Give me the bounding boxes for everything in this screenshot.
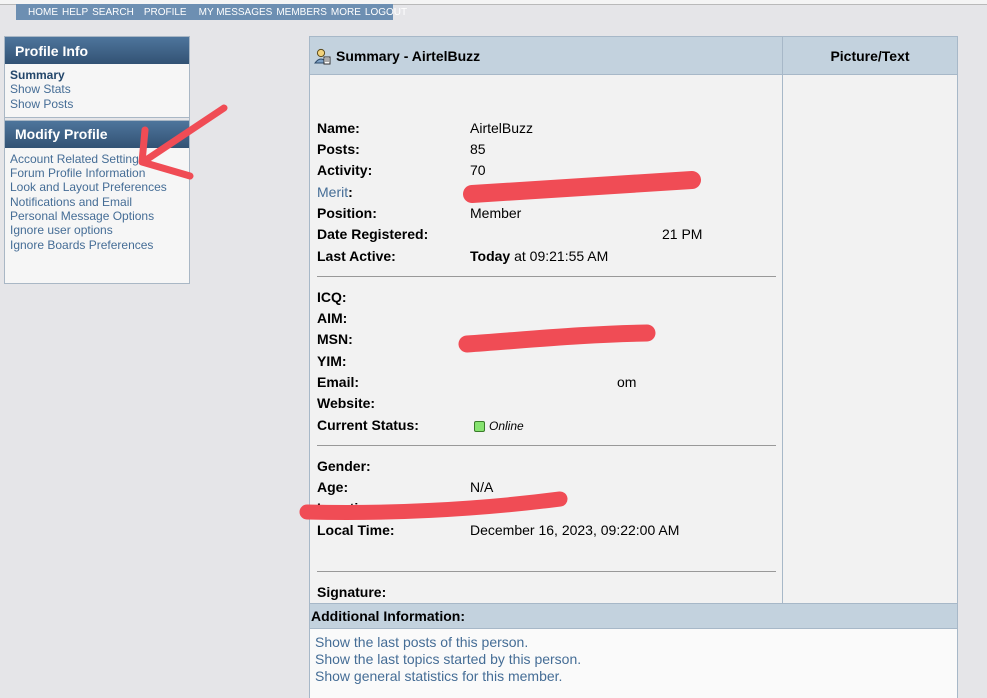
menu-home[interactable]: HOME bbox=[28, 7, 58, 18]
menu-help[interactable]: HELP bbox=[62, 7, 88, 18]
msn-label: MSN: bbox=[317, 331, 353, 347]
last-active-value: Today at 09:21:55 AM bbox=[470, 248, 608, 264]
last-active-time: at 09:21:55 AM bbox=[510, 248, 609, 264]
status-text: Online bbox=[489, 419, 524, 433]
online-status-icon bbox=[474, 420, 485, 432]
row-current-status: Current Status: Online bbox=[317, 415, 524, 435]
link-last-posts[interactable]: Show the last posts of this person. bbox=[315, 634, 957, 651]
modify-profile-list: Account Related Settings Forum Profile I… bbox=[5, 148, 189, 258]
current-status-value: Online bbox=[474, 417, 524, 433]
last-active-today: Today bbox=[470, 248, 511, 264]
additional-info-header: Additional Information: bbox=[310, 603, 957, 629]
menu-more[interactable]: MORE bbox=[331, 7, 361, 18]
profile-summary-panel: Summary - AirtelBuzz Picture/Text Name: … bbox=[309, 36, 958, 698]
row-location: Location: bbox=[317, 498, 470, 518]
name-label: Name: bbox=[317, 120, 360, 136]
name-value: AirtelBuzz bbox=[470, 120, 534, 136]
posts-value: 85 bbox=[470, 141, 486, 157]
local-time-label: Local Time: bbox=[317, 522, 395, 538]
sidebar-item-show-posts[interactable]: Show Posts bbox=[10, 97, 184, 111]
current-status-label: Current Status: bbox=[317, 417, 419, 433]
sidebar-item-account-settings[interactable]: Account Related Settings bbox=[10, 152, 184, 166]
website-label: Website: bbox=[317, 395, 376, 411]
profile-info-list: Summary Show Stats Show Posts bbox=[5, 64, 189, 117]
sidebar-item-notifications[interactable]: Notifications and Email bbox=[10, 195, 184, 209]
row-last-active: Last Active: Today at 09:21:55 AM bbox=[317, 246, 608, 266]
position-value: Member bbox=[470, 205, 522, 221]
activity-label: Activity: bbox=[317, 162, 373, 178]
menu-profile[interactable]: PROFILE bbox=[144, 7, 187, 18]
main-menu: HOME HELP SEARCH PROFILE MY MESSAGES MEM… bbox=[16, 4, 407, 20]
aim-label: AIM: bbox=[317, 310, 348, 326]
row-website: Website: bbox=[317, 393, 470, 413]
age-label: Age: bbox=[317, 479, 349, 495]
divider bbox=[317, 571, 776, 572]
summary-title: Summary - AirtelBuzz bbox=[336, 48, 481, 64]
signature-label: Signature: bbox=[317, 584, 387, 600]
merit-link[interactable]: Merit bbox=[317, 184, 348, 200]
date-registered-value: 21 PM bbox=[662, 226, 703, 242]
sidebar-item-pm-options[interactable]: Personal Message Options bbox=[10, 209, 184, 223]
summary-header: Summary - AirtelBuzz bbox=[310, 37, 783, 75]
row-signature: Signature: bbox=[317, 582, 470, 602]
row-merit: Merit: 20 bbox=[317, 182, 486, 202]
summary-content: Name: AirtelBuzz Posts: 85 Activity: 70 … bbox=[310, 75, 783, 603]
modify-profile-header: Modify Profile bbox=[5, 120, 189, 148]
row-icq: ICQ: bbox=[317, 287, 470, 307]
row-date-registered: Date Registered: 21 PM bbox=[317, 224, 702, 244]
link-general-stats[interactable]: Show general statistics for this member. bbox=[315, 668, 957, 685]
profile-sidebar: Profile Info Summary Show Stats Show Pos… bbox=[4, 36, 190, 284]
user-profile-icon bbox=[314, 48, 331, 64]
sidebar-item-ignore-users[interactable]: Ignore user options bbox=[10, 223, 184, 237]
row-email: Email: om bbox=[317, 372, 636, 392]
gender-label: Gender: bbox=[317, 458, 371, 474]
yim-label: YIM: bbox=[317, 353, 347, 369]
local-time-value: December 16, 2023, 09:22:00 AM bbox=[470, 522, 680, 538]
picture-text-cell bbox=[783, 75, 957, 603]
row-position: Position: Member bbox=[317, 203, 521, 223]
position-label: Position: bbox=[317, 205, 377, 221]
sidebar-item-ignore-boards[interactable]: Ignore Boards Preferences bbox=[10, 238, 184, 252]
activity-value: 70 bbox=[470, 162, 486, 178]
row-msn: MSN: bbox=[317, 329, 470, 349]
merit-value: 20 bbox=[470, 184, 486, 200]
location-label: Location: bbox=[317, 500, 380, 516]
merit-label: Merit: bbox=[317, 184, 353, 200]
sidebar-item-show-stats[interactable]: Show Stats bbox=[10, 82, 184, 96]
merit-colon: : bbox=[348, 184, 353, 200]
date-registered-label: Date Registered: bbox=[317, 226, 429, 242]
row-name: Name: AirtelBuzz bbox=[317, 118, 533, 138]
row-posts: Posts: 85 bbox=[317, 139, 486, 159]
profile-info-header: Profile Info bbox=[5, 37, 189, 64]
menu-members[interactable]: MEMBERS bbox=[276, 7, 327, 18]
email-value: om bbox=[617, 374, 637, 390]
link-last-topics[interactable]: Show the last topics started by this per… bbox=[315, 651, 957, 668]
last-active-label: Last Active: bbox=[317, 248, 396, 264]
row-aim: AIM: bbox=[317, 308, 470, 328]
row-activity: Activity: 70 bbox=[317, 160, 486, 180]
age-value: N/A bbox=[470, 479, 494, 495]
icq-label: ICQ: bbox=[317, 289, 347, 305]
additional-info-links: Show the last posts of this person. Show… bbox=[310, 629, 957, 698]
email-label: Email: bbox=[317, 374, 360, 390]
row-local-time: Local Time: December 16, 2023, 09:22:00 … bbox=[317, 520, 679, 540]
posts-label: Posts: bbox=[317, 141, 360, 157]
menu-logout[interactable]: LOGOUT bbox=[365, 7, 407, 18]
menu-my-messages[interactable]: MY MESSAGES bbox=[199, 7, 273, 18]
sidebar-item-look-layout[interactable]: Look and Layout Preferences bbox=[10, 180, 184, 194]
row-age: Age: N/A bbox=[317, 477, 493, 497]
menu-search[interactable]: SEARCH bbox=[92, 7, 134, 18]
row-gender: Gender: bbox=[317, 456, 470, 476]
sidebar-item-forum-profile[interactable]: Forum Profile Information bbox=[10, 166, 184, 180]
divider bbox=[317, 445, 776, 446]
picture-text-header: Picture/Text bbox=[830, 48, 910, 64]
sidebar-item-summary[interactable]: Summary bbox=[10, 68, 184, 82]
summary-header-row: Summary - AirtelBuzz Picture/Text bbox=[310, 37, 957, 75]
row-yim: YIM: bbox=[317, 351, 470, 371]
divider bbox=[317, 276, 776, 277]
